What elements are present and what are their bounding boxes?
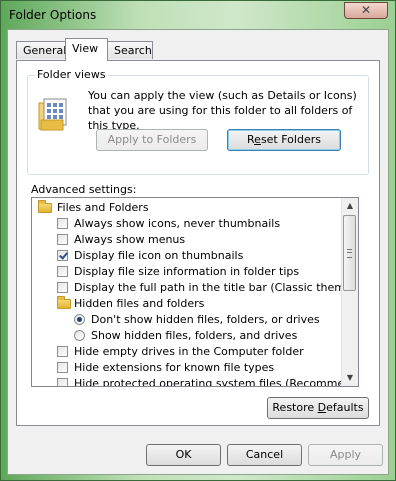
scroll-down-icon[interactable]: ▼	[342, 370, 358, 386]
grip-icon	[347, 249, 352, 258]
tree-item-label: Files and Folders	[57, 201, 149, 214]
close-button[interactable]: ✕	[344, 2, 388, 19]
title-bar[interactable]: Folder Options ✕	[1, 1, 395, 29]
group-title: Folder views	[35, 68, 108, 81]
folder-views-description: You can apply the view (such as Details …	[88, 89, 357, 132]
close-icon: ✕	[360, 3, 372, 17]
scroll-up-icon[interactable]: ▲	[342, 198, 358, 214]
tree-item-label: Show hidden files, folders, and drives	[91, 329, 298, 342]
restore-defaults-button[interactable]: Restore Defaults	[267, 397, 369, 419]
checkbox[interactable]	[57, 378, 68, 386]
checkbox[interactable]	[57, 282, 68, 293]
radio[interactable]	[74, 330, 85, 341]
view-tab-panel: Folder views You can apply the view (suc…	[16, 60, 380, 426]
checkbox[interactable]	[57, 362, 68, 373]
tree-item-label: Always show icons, never thumbnails	[74, 217, 281, 230]
reset-folders-button[interactable]: Reset Folders	[227, 129, 341, 151]
ok-button[interactable]: OK	[146, 444, 221, 466]
tree-item-label: Hide protected operating system files (R…	[74, 377, 359, 387]
apply-button[interactable]: Apply	[308, 444, 383, 466]
tree-item-label: Display file size information in folder …	[74, 265, 300, 278]
folder-views-icon	[38, 98, 67, 131]
checkbox[interactable]	[57, 218, 68, 229]
button-label: Restore Defaults	[272, 401, 364, 414]
advanced-settings-tree[interactable]: Files and Folders Always show icons, nev…	[31, 197, 359, 387]
button-label: Apply	[329, 448, 362, 461]
folder-icon	[38, 200, 52, 213]
folder-options-window: Folder Options ✕ General View Search Fol…	[0, 0, 396, 481]
tree-item-label: Always show menus	[74, 233, 186, 246]
button-label: Cancel	[245, 448, 284, 461]
tab-search[interactable]: Search	[107, 41, 153, 59]
tree-item-label: Hide empty drives in the Computer folder	[74, 345, 304, 358]
button-label: Apply to Folders	[107, 133, 197, 146]
vertical-scrollbar[interactable]: ▲ ▼	[341, 198, 358, 386]
tab-view[interactable]: View	[65, 38, 108, 61]
tree-item-label: Don't show hidden files, folders, or dri…	[91, 313, 320, 326]
folder-views-group: Folder views You can apply the view (suc…	[27, 68, 369, 175]
checkbox[interactable]	[57, 234, 68, 245]
radio-selected[interactable]	[74, 314, 85, 325]
scrollbar-thumb[interactable]	[343, 215, 356, 291]
cancel-button[interactable]: Cancel	[227, 444, 302, 466]
tree-item-label: Hidden files and folders	[74, 297, 205, 310]
checkbox[interactable]	[57, 346, 68, 357]
tab-general[interactable]: General	[16, 41, 66, 59]
tree-item-label: Display the full path in the title bar (…	[74, 281, 359, 294]
tab-label: View	[72, 42, 99, 55]
button-label: OK	[175, 448, 192, 461]
advanced-settings-label: Advanced settings:	[31, 183, 137, 196]
dialog-client-area: General View Search Folder views You can…	[7, 29, 389, 475]
apply-to-folders-button[interactable]: Apply to Folders	[96, 129, 208, 151]
tab-label: General	[23, 44, 67, 57]
checkbox[interactable]	[57, 266, 68, 277]
tree-item-label: Hide extensions for known file types	[74, 361, 275, 374]
window-title: Folder Options	[9, 8, 97, 22]
tab-label: Search	[114, 44, 152, 57]
folder-icon	[57, 296, 71, 309]
tree-item-label: Display file icon on thumbnails	[74, 249, 244, 262]
checkbox-checked[interactable]	[57, 250, 68, 261]
button-label: Reset Folders	[247, 133, 321, 146]
